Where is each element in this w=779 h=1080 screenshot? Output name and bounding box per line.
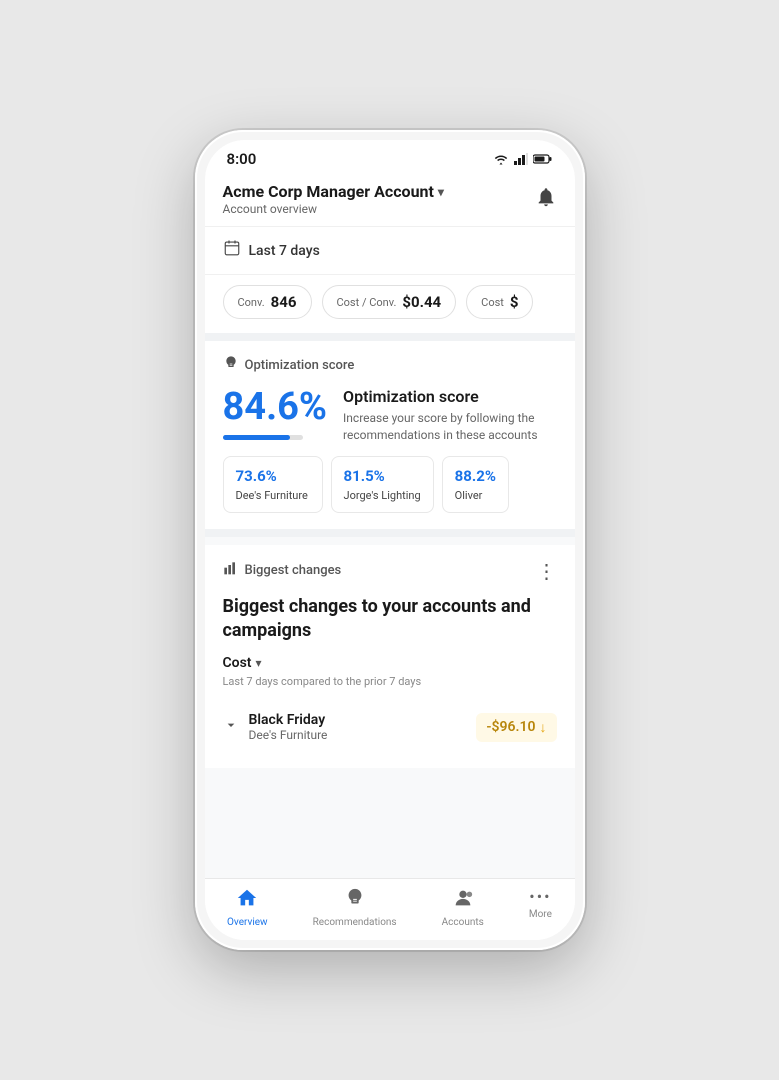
header-title[interactable]: Acme Corp Manager Account ▾ xyxy=(223,182,444,201)
status-time: 8:00 xyxy=(227,150,257,168)
account-cards: 73.6% Dee's Furniture 81.5% Jorge's Ligh… xyxy=(223,456,557,513)
account-card-2[interactable]: 81.5% Jorge's Lighting xyxy=(331,456,434,513)
conversions-metric: Conv. 846 xyxy=(223,285,312,319)
cost-value: $ xyxy=(510,293,519,311)
change-item-name: Black Friday xyxy=(249,712,328,728)
changes-header-left: Biggest changes xyxy=(223,561,342,581)
account-card-1[interactable]: 73.6% Dee's Furniture xyxy=(223,456,323,513)
battery-icon xyxy=(533,153,553,165)
more-options-icon[interactable]: ⋮ xyxy=(537,559,557,583)
cost-conv-label: Cost / Conv. xyxy=(337,296,397,309)
home-icon xyxy=(236,887,258,914)
dropdown-arrow-icon: ▾ xyxy=(438,185,444,199)
section-divider-2 xyxy=(205,529,575,537)
opt-score-right: Optimization score Increase your score b… xyxy=(343,387,556,444)
change-item-info: Black Friday Dee's Furniture xyxy=(249,712,328,742)
nav-overview-label: Overview xyxy=(227,917,268,928)
section-divider-1 xyxy=(205,333,575,341)
account-name-3: Oliver xyxy=(455,489,496,502)
more-icon: ••• xyxy=(529,887,551,906)
account-score-2: 81.5% xyxy=(344,467,421,485)
change-item-left: Black Friday Dee's Furniture xyxy=(223,712,328,742)
status-bar: 8:00 xyxy=(205,140,575,174)
account-score-3: 88.2% xyxy=(455,467,496,485)
nav-accounts[interactable]: Accounts xyxy=(442,887,484,928)
phone-device: 8:00 xyxy=(195,130,585,950)
conv-label: Conv. xyxy=(238,296,265,309)
date-range-label: Last 7 days xyxy=(249,243,320,259)
change-item-sub: Dee's Furniture xyxy=(249,728,328,742)
header: Acme Corp Manager Account ▾ Account over… xyxy=(205,174,575,227)
cost-label: Cost xyxy=(481,296,504,309)
cost-filter-label: Cost xyxy=(223,655,252,671)
biggest-changes-section: Biggest changes ⋮ Biggest changes to you… xyxy=(205,545,575,769)
change-badge-value: -$96.10 xyxy=(486,719,535,735)
opt-score-bar-fill xyxy=(223,435,291,440)
cost-conv-value: $0.44 xyxy=(402,293,441,311)
nav-accounts-label: Accounts xyxy=(442,917,484,928)
phone-screen: 8:00 xyxy=(205,140,575,940)
bar-chart-icon xyxy=(223,561,239,581)
date-compare-text: Last 7 days compared to the prior 7 days xyxy=(223,675,557,688)
optimization-score-row: 84.6% Optimization score Increase your s… xyxy=(223,387,557,444)
opt-score-number: 84.6% xyxy=(223,387,328,429)
lightbulb-icon xyxy=(223,355,239,375)
cost-metric-partial: Cost $ xyxy=(466,285,533,319)
calendar-icon xyxy=(223,239,241,262)
change-badge: -$96.10 ↓ xyxy=(476,713,556,742)
opt-score-bar xyxy=(223,435,303,440)
optimization-section-header: Optimization score xyxy=(223,355,557,375)
opt-score-left: 84.6% xyxy=(223,387,328,440)
nav-recommendations[interactable]: Recommendations xyxy=(313,887,397,928)
account-card-3-partial[interactable]: 88.2% Oliver xyxy=(442,456,509,513)
change-badge-arrow-icon: ↓ xyxy=(540,719,547,736)
status-icons xyxy=(493,153,553,165)
cost-per-conv-metric: Cost / Conv. $0.44 xyxy=(322,285,457,319)
opt-score-desc: Increase your score by following the rec… xyxy=(343,410,556,444)
header-left: Acme Corp Manager Account ▾ Account over… xyxy=(223,182,444,216)
changes-section-label: Biggest changes xyxy=(245,563,342,578)
change-item-1[interactable]: Black Friday Dee's Furniture -$96.10 ↓ xyxy=(223,702,557,752)
notification-bell-icon[interactable] xyxy=(535,186,557,213)
expand-icon xyxy=(223,717,239,738)
header-subtitle: Account overview xyxy=(223,202,444,216)
account-score-1: 73.6% xyxy=(236,467,310,485)
opt-score-title: Optimization score xyxy=(343,387,556,406)
cost-filter-row[interactable]: Cost ▾ xyxy=(223,655,557,671)
signal-icon xyxy=(514,153,528,165)
nav-recommendations-label: Recommendations xyxy=(313,917,397,928)
nav-overview[interactable]: Overview xyxy=(227,887,268,928)
conv-value: 846 xyxy=(271,293,297,311)
date-range-section[interactable]: Last 7 days xyxy=(205,227,575,275)
accounts-icon xyxy=(452,887,474,914)
nav-more[interactable]: ••• More xyxy=(529,887,552,928)
account-name-1: Dee's Furniture xyxy=(236,489,310,502)
nav-more-label: More xyxy=(529,909,552,920)
wifi-icon xyxy=(493,153,509,165)
metrics-section: Conv. 846 Cost / Conv. $0.44 Cost $ xyxy=(205,275,575,333)
bottom-nav: Overview Recommendations xyxy=(205,878,575,940)
main-content: Last 7 days Conv. 846 Cost / Conv. $0.44… xyxy=(205,227,575,878)
optimization-section: Optimization score 84.6% Optimization sc… xyxy=(205,341,575,529)
account-name: Acme Corp Manager Account xyxy=(223,182,434,201)
changes-header: Biggest changes ⋮ xyxy=(223,559,557,583)
recommendations-icon xyxy=(344,887,366,914)
optimization-section-title: Optimization score xyxy=(245,358,355,373)
changes-main-title: Biggest changes to your accounts and cam… xyxy=(223,595,557,644)
account-name-2: Jorge's Lighting xyxy=(344,489,421,502)
cost-dropdown-arrow: ▾ xyxy=(255,656,261,670)
